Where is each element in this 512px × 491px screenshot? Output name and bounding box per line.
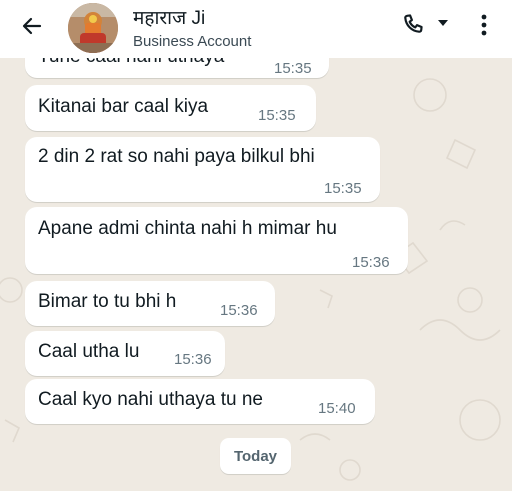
message-bubble[interactable]: Caal utha lu 15:36: [25, 331, 225, 376]
back-button[interactable]: [14, 10, 50, 42]
message-time: 15:36: [220, 302, 258, 319]
message-text: Caal utha lu: [38, 341, 140, 362]
message-text: Apane admi chinta nahi h mimar hu: [38, 218, 337, 239]
caret-down-icon: [438, 20, 448, 26]
message-bubble[interactable]: Caal kyo nahi uthaya tu ne 15:40: [25, 379, 375, 424]
call-options-dropdown[interactable]: [436, 16, 450, 30]
more-vertical-icon: [481, 14, 487, 36]
avatar-image: [68, 3, 118, 53]
message-text: Bimar to tu bhi h: [38, 291, 177, 312]
message-bubble[interactable]: Kitanai bar caal kiya 15:35: [25, 85, 316, 131]
contact-avatar[interactable]: [68, 3, 118, 53]
message-text: Caal kyo nahi uthaya tu ne: [38, 389, 263, 410]
date-divider: Today: [220, 438, 291, 474]
message-text: 2 din 2 rat so nahi paya bilkul bhi: [38, 146, 315, 167]
message-bubble[interactable]: Bimar to tu bhi h 15:36: [25, 281, 275, 326]
message-text: Kitanai bar caal kiya: [38, 96, 209, 117]
business-account-label: Business Account: [133, 33, 252, 50]
message-time: 15:36: [352, 254, 390, 271]
message-time: 15:35: [258, 107, 296, 124]
more-options-button[interactable]: [470, 10, 498, 40]
message-time: 15:36: [174, 351, 212, 368]
phone-icon: [404, 14, 423, 33]
arrow-left-icon: [22, 17, 42, 35]
contact-name[interactable]: महाराज Ji: [133, 4, 205, 30]
message-bubble[interactable]: 2 din 2 rat so nahi paya bilkul bhi 15:3…: [25, 137, 380, 202]
voice-call-button[interactable]: [396, 10, 430, 40]
message-time: 15:35: [274, 60, 312, 77]
message-time: 15:40: [318, 400, 356, 417]
message-bubble[interactable]: Apane admi chinta nahi h mimar hu 15:36: [25, 207, 408, 274]
message-time: 15:35: [324, 180, 362, 197]
chat-header: महाराज Ji Business Account: [0, 0, 512, 58]
